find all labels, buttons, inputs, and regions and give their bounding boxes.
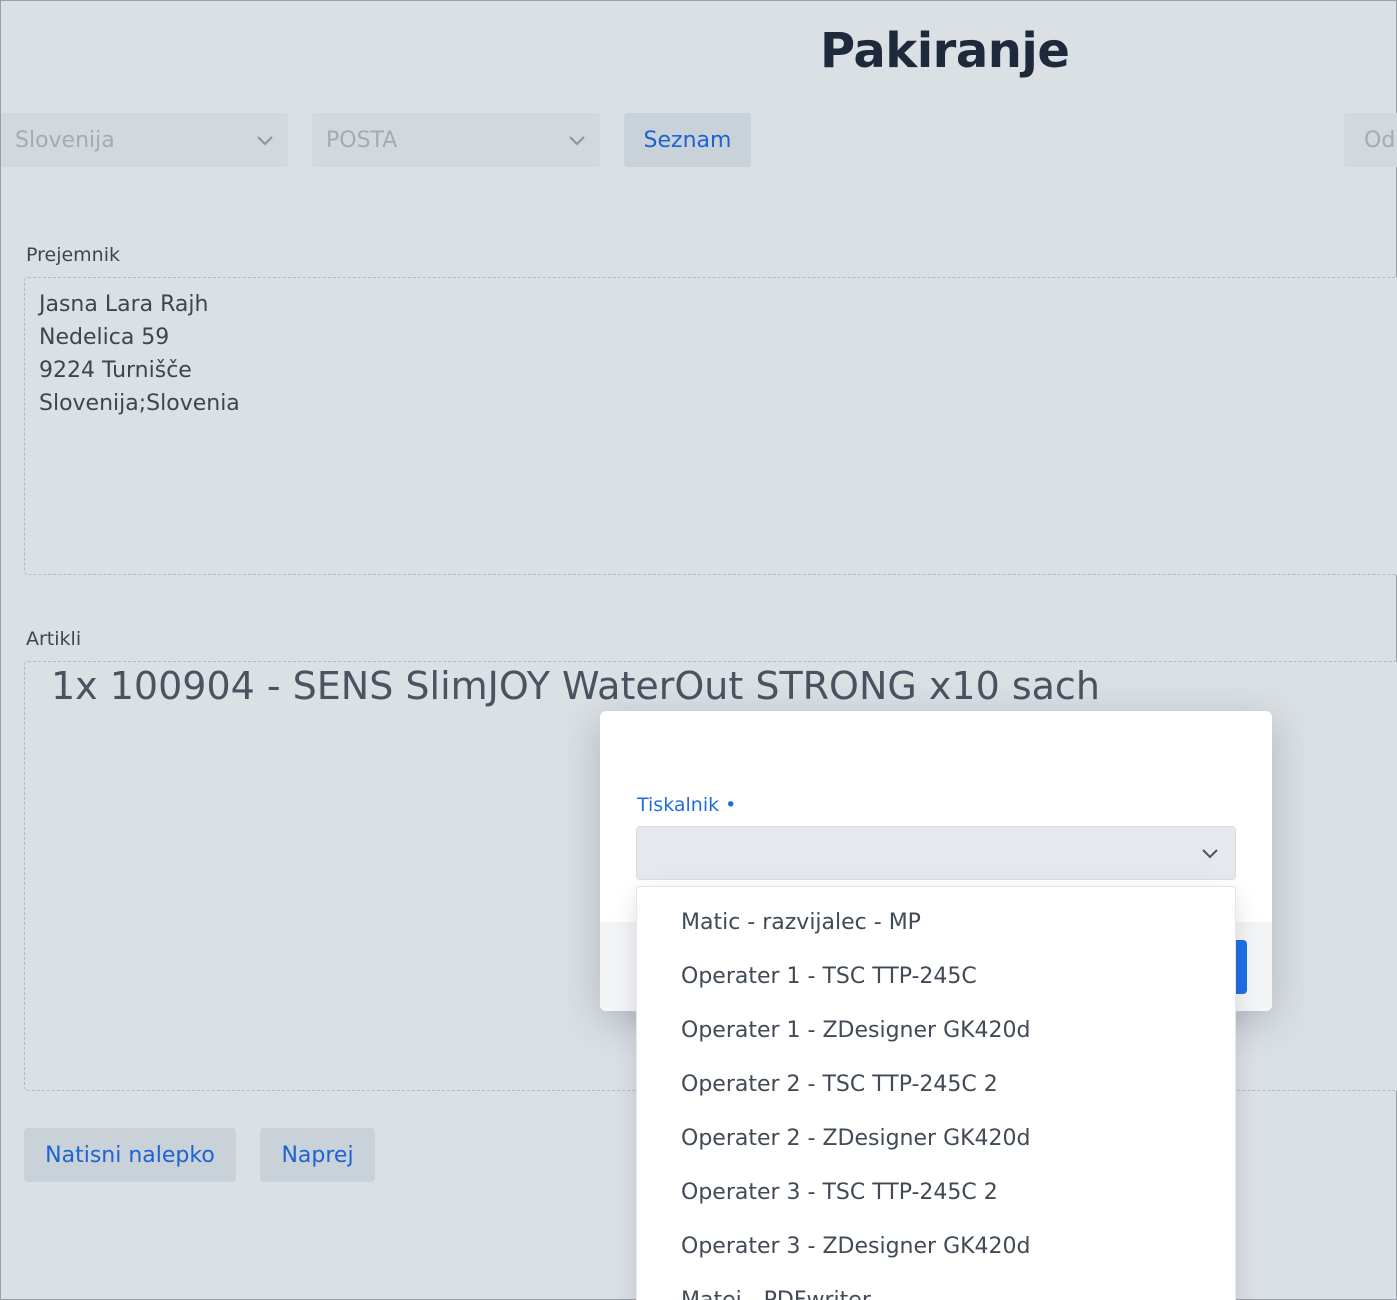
printer-label: Tiskalnik • [637, 794, 737, 816]
list-button[interactable]: Seznam [624, 113, 751, 167]
chevron-down-icon [1202, 849, 1218, 859]
printer-option[interactable]: Operater 2 - ZDesigner GK420d [637, 1111, 1235, 1165]
recipient-label: Prejemnik [26, 244, 121, 266]
chevron-down-icon [257, 136, 273, 146]
carrier-select[interactable]: POSTA [312, 113, 600, 167]
recipient-city: 9224 Turnišče [39, 358, 192, 383]
printer-dropdown[interactable]: Matic - razvijalec - MP Operater 1 - TSC… [636, 886, 1236, 1300]
articles-label: Artikli [26, 628, 82, 650]
right-toolbar-button[interactable]: Od [1344, 113, 1397, 167]
printer-select[interactable] [636, 826, 1236, 880]
country-select-value: Slovenija [15, 127, 115, 153]
printer-option[interactable]: Matic - razvijalec - MP [637, 895, 1235, 949]
recipient-name: Jasna Lara Rajh [39, 292, 209, 317]
printer-option[interactable]: Operater 2 - TSC TTP-245C 2 [637, 1057, 1235, 1111]
carrier-select-value: POSTA [326, 127, 398, 153]
recipient-country: Slovenija;Slovenia [39, 391, 240, 416]
article-line: 1x 100904 - SENS SlimJOY WaterOut STRONG… [51, 664, 1100, 708]
printer-option[interactable]: Operater 3 - TSC TTP-245C 2 [637, 1165, 1235, 1219]
recipient-address: Jasna Lara Rajh Nedelica 59 9224 Turnišč… [39, 288, 240, 420]
page-title: Pakiranje [820, 23, 1070, 79]
next-button[interactable]: Naprej [260, 1128, 375, 1182]
printer-option[interactable]: Matej - PDFwriter [637, 1273, 1235, 1300]
printer-option[interactable]: Operater 1 - TSC TTP-245C [637, 949, 1235, 1003]
printer-option[interactable]: Operater 1 - ZDesigner GK420d [637, 1003, 1235, 1057]
recipient-street: Nedelica 59 [39, 325, 170, 350]
print-label-button[interactable]: Natisni nalepko [24, 1128, 236, 1182]
printer-option[interactable]: Operater 3 - ZDesigner GK420d [637, 1219, 1235, 1273]
chevron-down-icon [569, 136, 585, 146]
country-select[interactable]: Slovenija [1, 113, 288, 167]
